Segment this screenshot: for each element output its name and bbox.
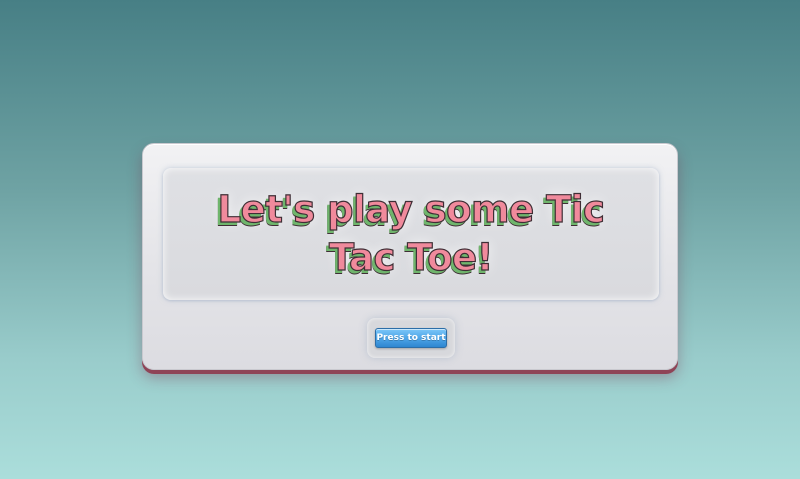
title-panel: Let's play some Tic Tac Toe!: [163, 168, 659, 300]
welcome-card: Let's play some Tic Tac Toe! Press to st…: [142, 143, 678, 370]
start-button[interactable]: Press to start: [375, 328, 447, 348]
start-button-container: Press to start: [367, 318, 455, 358]
game-title: Let's play some Tic Tac Toe!: [217, 187, 606, 279]
